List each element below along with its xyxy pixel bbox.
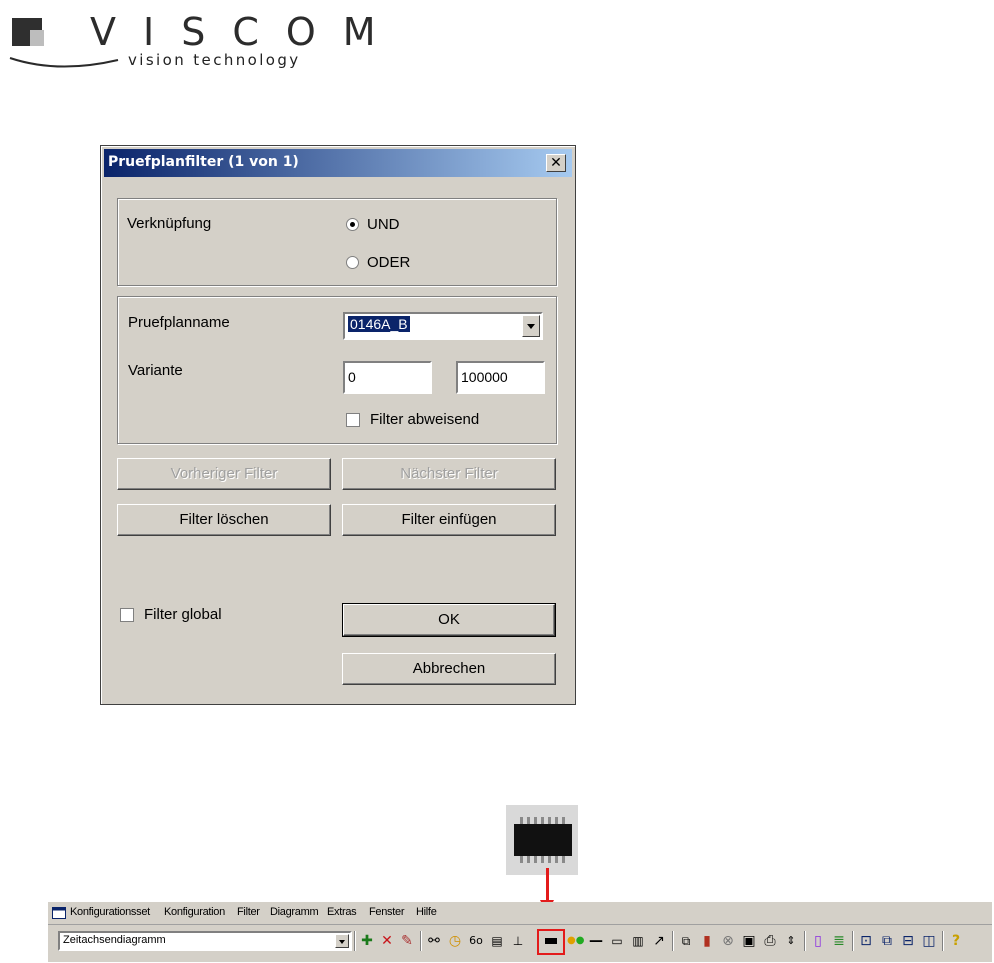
print-icon[interactable]: ⎙ [762, 933, 778, 949]
chevron-down-icon[interactable] [335, 934, 349, 948]
filter-global-label[interactable]: Filter global [144, 606, 222, 623]
dots-icon[interactable]: ●● [567, 933, 584, 949]
next-filter-button[interactable]: Nächster Filter [342, 458, 556, 490]
variante-from-input[interactable]: 0 [343, 361, 432, 394]
toolbar: Zeitachsendiagramm ✚ ✕ ✎ ⚯ ◷ 6o ▤ ⊥ ●● —… [48, 926, 992, 960]
close-button[interactable]: ✕ [546, 154, 566, 172]
menu-fenster[interactable]: Fenster [369, 906, 405, 918]
chart-icon[interactable]: ▮ [699, 933, 715, 949]
filter-abweisend-checkbox[interactable] [346, 413, 360, 427]
oder-label[interactable]: ODER [367, 254, 410, 271]
document-icon[interactable]: ▤ [489, 933, 505, 949]
view-select[interactable]: Zeitachsendiagramm [58, 931, 352, 951]
pruefplan-group: Pruefplanname 0146A_B Variante 0 100000 … [117, 296, 557, 444]
menu-bar: Konfigurationsset Konfiguration Filter D… [48, 902, 992, 925]
glasses-icon[interactable]: 6o [468, 933, 484, 949]
window-icon[interactable]: ▭ [609, 933, 625, 949]
window-icon [52, 907, 66, 919]
verknuepfung-group: Verknüpfung UND ODER [117, 198, 557, 286]
pruefplanname-value: 0146A_B [348, 316, 410, 332]
filter-global-checkbox[interactable] [120, 608, 134, 622]
und-radio[interactable] [346, 218, 359, 231]
menu-konfigurationsset[interactable]: Konfigurationsset [70, 906, 150, 918]
filter-abweisend-label[interactable]: Filter abweisend [370, 411, 479, 428]
component-callout [506, 805, 578, 875]
menu-konfiguration[interactable]: Konfiguration [164, 906, 225, 918]
pruefplanfilter-dialog: Pruefplanfilter (1 von 1) ✕ Verknüpfung … [100, 145, 576, 705]
variante-label: Variante [128, 362, 183, 379]
plus-icon[interactable]: ✚ [359, 933, 375, 949]
und-label[interactable]: UND [367, 216, 400, 233]
previous-filter-button[interactable]: Vorheriger Filter [117, 458, 331, 490]
close-icon: ✕ [550, 155, 562, 171]
stack-icon[interactable]: ≣ [831, 933, 847, 949]
cancel-icon[interactable]: ⊗ [720, 933, 736, 949]
callout-arrow-line [546, 868, 549, 904]
new-window-icon[interactable]: ⊡ [858, 933, 874, 949]
panel-icon[interactable]: ▥ [630, 933, 646, 949]
dialog-title: Pruefplanfilter (1 von 1) [108, 154, 299, 170]
save-icon[interactable]: ▣ [741, 933, 757, 949]
viscom-logo: VISCOM vision technology [8, 10, 376, 72]
component-icon[interactable] [543, 933, 559, 949]
ic-chip-icon [514, 817, 572, 863]
ok-button[interactable]: OK [342, 603, 556, 637]
menu-diagramm[interactable]: Diagramm [270, 906, 319, 918]
view-select-value: Zeitachsendiagramm [63, 934, 166, 946]
logo-brand: VISCOM [90, 10, 403, 54]
updown-icon[interactable]: ⇕ [783, 933, 799, 949]
menu-hilfe[interactable]: Hilfe [416, 906, 437, 918]
tile-h-icon[interactable]: ⊟ [900, 933, 916, 949]
binoculars-icon[interactable]: ⚯ [426, 933, 442, 949]
variante-to-input[interactable]: 100000 [456, 361, 545, 394]
insert-filter-button[interactable]: Filter einfügen [342, 504, 556, 536]
help-icon[interactable]: ? [948, 933, 964, 949]
pruefplanname-combo[interactable]: 0146A_B [343, 312, 543, 340]
pruefplanname-label: Pruefplanname [128, 314, 230, 331]
pencil-icon[interactable]: ✎ [399, 933, 415, 949]
verknuepfung-label: Verknüpfung [127, 215, 212, 232]
menu-extras[interactable]: Extras [327, 906, 357, 918]
menu-filter[interactable]: Filter [237, 906, 260, 918]
wrench-icon[interactable]: ↗ [651, 933, 667, 949]
tile-v-icon[interactable]: ◫ [921, 933, 937, 949]
clock-icon[interactable]: ◷ [447, 933, 463, 949]
clear-filter-button[interactable]: Filter löschen [117, 504, 331, 536]
cascade-icon[interactable]: ⧉ [879, 933, 895, 949]
underline-icon[interactable]: ⊥ [510, 933, 526, 949]
oder-radio[interactable] [346, 256, 359, 269]
chevron-down-icon[interactable] [522, 315, 540, 337]
dialog-titlebar[interactable]: Pruefplanfilter (1 von 1) ✕ [104, 149, 572, 177]
logo-tagline: vision technology [128, 51, 301, 69]
line-icon[interactable]: — [588, 933, 604, 949]
page-icon[interactable]: ▯ [810, 933, 826, 949]
cancel-button[interactable]: Abbrechen [342, 653, 556, 685]
export-icon[interactable]: ⧉ [678, 933, 694, 949]
application-bar: Konfigurationsset Konfiguration Filter D… [48, 902, 992, 962]
delete-icon[interactable]: ✕ [379, 933, 395, 949]
